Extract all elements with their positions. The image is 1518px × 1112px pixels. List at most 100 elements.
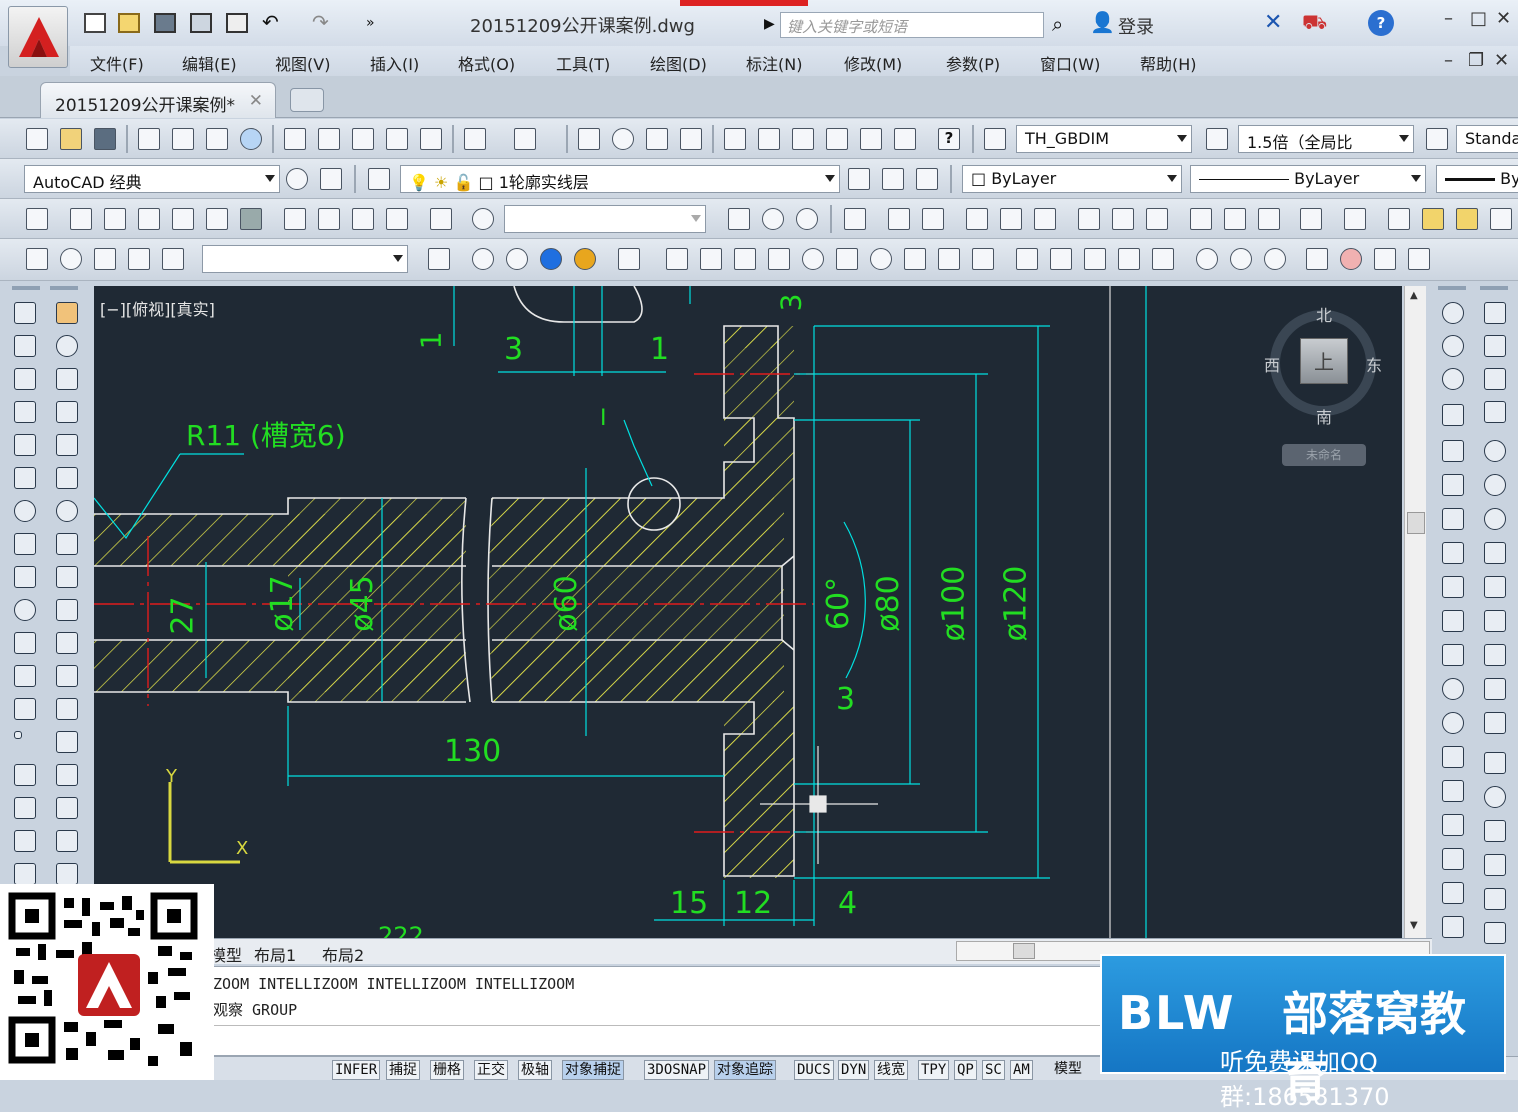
table-style-select[interactable]: Standa	[1456, 125, 1518, 153]
doc-close-button[interactable]: ✕	[1494, 50, 1509, 71]
layer-previous-icon[interactable]	[882, 168, 904, 190]
subtract-icon[interactable]	[1230, 248, 1252, 270]
rotate-icon[interactable]	[56, 500, 78, 522]
copy-icon[interactable]	[318, 128, 340, 150]
zoom-window-icon[interactable]	[646, 128, 668, 150]
highlight-icon[interactable]	[1456, 208, 1478, 230]
jogged-dim-icon[interactable]	[1484, 474, 1506, 496]
cut-icon[interactable]	[284, 128, 306, 150]
layer-properties-icon[interactable]	[368, 168, 390, 190]
taper-faces-icon[interactable]	[1442, 576, 1464, 598]
status-infer[interactable]: INFER	[332, 1060, 381, 1080]
menu-format[interactable]: 格式(O)	[458, 51, 515, 75]
pan-icon[interactable]	[578, 128, 600, 150]
chamfer-icon[interactable]	[56, 764, 78, 786]
pyramid-icon[interactable]	[904, 248, 926, 270]
break-icon[interactable]	[56, 698, 78, 720]
status-tpy[interactable]: TPY	[918, 1060, 950, 1080]
publish-icon[interactable]	[206, 128, 228, 150]
copy-object-icon[interactable]	[56, 335, 78, 357]
presspull-icon[interactable]	[1050, 248, 1072, 270]
calculator-icon[interactable]	[894, 128, 916, 150]
sw-iso-icon[interactable]	[284, 208, 306, 230]
grid-tool-icon[interactable]	[1490, 208, 1512, 230]
center-mark-icon[interactable]	[1484, 786, 1506, 808]
spline-icon[interactable]	[14, 566, 36, 588]
help-icon[interactable]: ?	[1368, 10, 1394, 36]
menu-window[interactable]: 窗口(W)	[1040, 51, 1100, 75]
view-front-icon[interactable]	[206, 208, 228, 230]
new-file-icon[interactable]	[84, 13, 106, 33]
workspace-settings-icon[interactable]	[286, 168, 308, 190]
status-grid[interactable]: 栅格	[430, 1060, 464, 1080]
wedge-icon[interactable]	[734, 248, 756, 270]
viewcube-east[interactable]: 东	[1366, 352, 1382, 376]
erase-icon[interactable]	[56, 302, 78, 324]
save-icon[interactable]	[154, 13, 176, 33]
camera-icon[interactable]	[430, 208, 452, 230]
aligned-dim-icon[interactable]	[1484, 335, 1506, 357]
save-as-icon[interactable]	[190, 13, 212, 33]
viewcube-north[interactable]: 北	[1316, 302, 1332, 326]
search-arrow-icon[interactable]: ▶	[764, 16, 775, 32]
scroll-thumb[interactable]	[1407, 512, 1425, 534]
make-current-icon[interactable]	[848, 168, 870, 190]
3d-move-icon[interactable]	[1306, 248, 1328, 270]
interfere-icon[interactable]	[1442, 916, 1464, 938]
make-block-icon[interactable]	[14, 698, 36, 720]
undo-icon[interactable]: ↶	[262, 12, 284, 33]
status-am[interactable]: AM	[1010, 1060, 1033, 1080]
render-region-icon[interactable]	[428, 248, 450, 270]
hatch-icon[interactable]	[14, 764, 36, 786]
qnew-icon[interactable]	[26, 128, 48, 150]
angular-dim-icon[interactable]	[1484, 542, 1506, 564]
dim-text-edit-icon[interactable]	[1484, 922, 1506, 944]
named-views-icon[interactable]	[472, 208, 494, 230]
line-icon[interactable]	[14, 302, 36, 324]
realistic-icon[interactable]	[540, 248, 562, 270]
user-icon[interactable]: 👤	[1090, 10, 1115, 34]
zoom-realtime-icon[interactable]	[612, 128, 634, 150]
plot-preview-icon[interactable]	[172, 128, 194, 150]
ordinate-dim-icon[interactable]	[1484, 401, 1506, 423]
polysolid-icon[interactable]	[666, 248, 688, 270]
search-input[interactable]: 键入关键字或短语	[780, 12, 1044, 38]
new-tab-button[interactable]	[290, 88, 324, 112]
union-icon[interactable]	[1196, 248, 1218, 270]
menu-edit[interactable]: 编辑(E)	[182, 51, 237, 75]
redo-toolbar-icon[interactable]	[514, 128, 536, 150]
markup-icon[interactable]	[860, 128, 882, 150]
apply-ucs-icon[interactable]	[1258, 208, 1280, 230]
ucs-world-icon[interactable]	[844, 208, 866, 230]
nw-iso-icon[interactable]	[386, 208, 408, 230]
view-left-icon[interactable]	[138, 208, 160, 230]
status-qp[interactable]: QP	[954, 1060, 977, 1080]
ucs-y-icon[interactable]	[1190, 208, 1212, 230]
fillet-icon[interactable]	[56, 797, 78, 819]
radius-dim-icon[interactable]	[1484, 440, 1506, 462]
copy-faces-icon[interactable]	[1442, 610, 1464, 632]
save-toolbar-icon[interactable]	[94, 128, 116, 150]
visual-styles-icon[interactable]	[26, 208, 48, 230]
status-model[interactable]: 模型	[1052, 1060, 1084, 1080]
ucs-object-icon[interactable]	[966, 208, 988, 230]
minimize-button[interactable]: –	[1444, 8, 1453, 29]
viewports-icon[interactable]	[1344, 208, 1366, 230]
named-ucs-icon[interactable]	[1300, 208, 1322, 230]
workspace-edit-icon[interactable]	[1388, 208, 1410, 230]
helix-icon[interactable]	[938, 248, 960, 270]
viewcube-top-face[interactable]: 上	[1300, 338, 1348, 384]
rotate-faces-icon[interactable]	[1442, 542, 1464, 564]
revolve-icon[interactable]	[1118, 248, 1140, 270]
diameter-dim-icon[interactable]	[1484, 508, 1506, 530]
status-osnap[interactable]: 对象捕捉	[562, 1060, 624, 1080]
rectangle-icon[interactable]	[14, 434, 36, 456]
table-style-icon[interactable]	[1426, 128, 1448, 150]
ucs-menu-button[interactable]: 未命名	[1282, 444, 1366, 466]
offset-icon[interactable]	[56, 401, 78, 423]
cylinder-icon[interactable]	[836, 248, 858, 270]
tool-palettes-icon[interactable]	[792, 128, 814, 150]
3d-array-icon[interactable]	[1408, 248, 1430, 270]
circle-icon[interactable]	[14, 500, 36, 522]
menu-dimension[interactable]: 标注(N)	[746, 51, 802, 75]
